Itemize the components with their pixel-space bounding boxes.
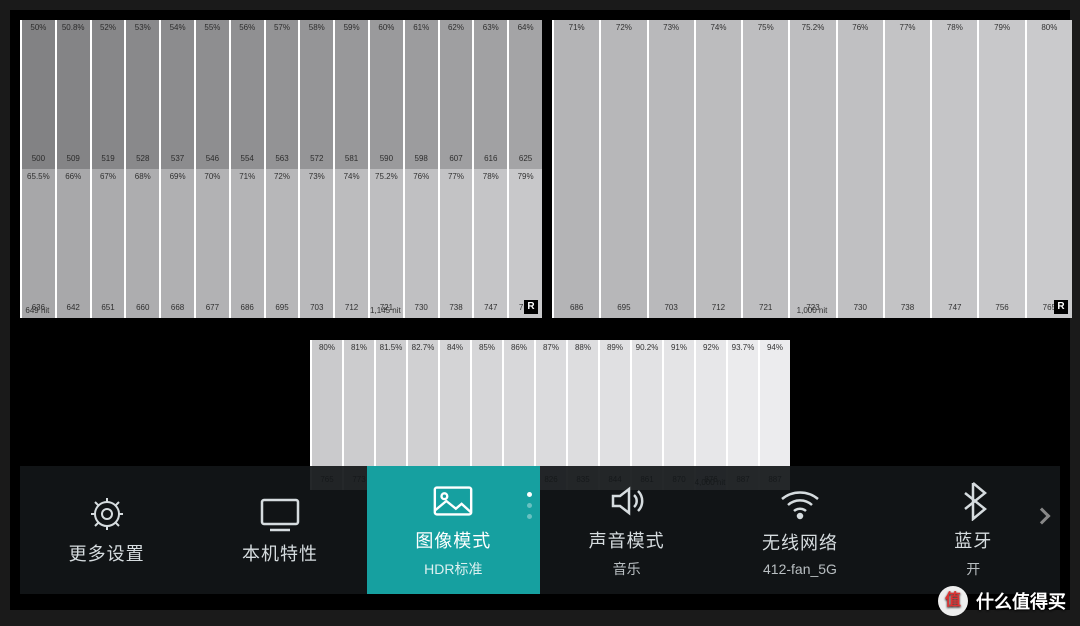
testcard-cell: 73%703: [298, 169, 333, 318]
menu-item-sound[interactable]: 声音模式 音乐: [540, 466, 713, 594]
menu-item-subtitle: 开: [966, 559, 980, 579]
testcard-cell: 79%756: [977, 20, 1024, 318]
testcard-right: 71%68672%69573%70374%71275%72175.2%72376…: [552, 20, 1072, 318]
testcard-cell: 66%642: [55, 169, 90, 318]
menu-item-title: 更多设置: [69, 540, 145, 566]
watermark: 值 什么值得买: [938, 586, 1066, 616]
testcard-cell: 61%598: [403, 20, 438, 169]
wifi-icon: [778, 483, 822, 523]
testcard-extra-label: 649 nit: [25, 306, 49, 315]
testcard-cell: 52%519: [90, 20, 125, 169]
testcard-cell: 64%625: [507, 20, 542, 169]
corner-marker: R: [1054, 300, 1068, 314]
testcard-cell: 53%528: [124, 20, 159, 169]
testcard-cell: 74%712: [694, 20, 741, 318]
testcard-cell: 76%730: [403, 169, 438, 318]
bt-icon: [951, 481, 995, 521]
testcards-area: 50%50050.8%50952%51953%52854%53755%54656…: [20, 20, 1060, 490]
menu-item-more[interactable]: 更多设置: [20, 466, 193, 594]
tv-bezel: 50%50050.8%50952%51953%52854%53755%54656…: [0, 0, 1080, 626]
menu-item-subtitle: HDR标准: [424, 559, 482, 579]
testcard-cell: 58%572: [298, 20, 333, 169]
testcard-cell: 50%500: [20, 20, 55, 169]
testcard-extra-label: 1,000 nit: [797, 306, 828, 315]
testcard-cell: 55%546: [194, 20, 229, 169]
page-dots: [527, 492, 532, 519]
testcard-cell: 75.2%723: [788, 20, 835, 318]
testcard-cell: 77%738: [883, 20, 930, 318]
testcard-cell: 71%686: [229, 169, 264, 318]
corner-marker: R: [524, 300, 538, 314]
menu-item-title: 蓝牙: [954, 527, 992, 553]
speaker-icon: [605, 481, 649, 521]
testcard-cell: 79%756: [507, 169, 542, 318]
testcard-cell: 72%695: [599, 20, 646, 318]
testcard-cell: 68%660: [124, 169, 159, 318]
testcard-cell: 70%677: [194, 169, 229, 318]
watermark-text: 什么值得买: [976, 588, 1066, 614]
menu-item-title: 本机特性: [242, 540, 318, 566]
testcard-cell: 59%581: [333, 20, 368, 169]
testcard-cell: 65.5%636: [20, 169, 55, 318]
testcard-cell: 54%537: [159, 20, 194, 169]
testcard-cell: 62%607: [438, 20, 473, 169]
monitor-icon: [258, 494, 302, 534]
testcard-cell: 77%738: [438, 169, 473, 318]
testcard-cell: 78%747: [472, 169, 507, 318]
testcard-cell: 60%590: [368, 20, 403, 169]
menu-item-title: 无线网络: [762, 529, 838, 555]
testcard-cell: 80%765: [1025, 20, 1072, 318]
menu-item-title: 声音模式: [589, 527, 665, 553]
testcard-extra-label: 1,145 nit: [370, 306, 401, 315]
testcard-cell: 50.8%509: [55, 20, 90, 169]
menu-item-picture[interactable]: 图像模式 HDR标准: [367, 466, 540, 594]
tv-screen: 50%50050.8%50952%51953%52854%53755%54656…: [20, 20, 1060, 594]
image-icon: [431, 481, 475, 521]
menu-item-title: 图像模式: [415, 527, 491, 553]
testcard-cell: 67%651: [90, 169, 125, 318]
testcard-cell: 69%668: [159, 169, 194, 318]
testcard-cell: 75%721: [741, 20, 788, 318]
testcard-cell: 74%712: [333, 169, 368, 318]
menu-item-bt[interactable]: 蓝牙 开: [887, 466, 1060, 594]
menu-item-wifi[interactable]: 无线网络 412-fan_5G: [713, 466, 886, 594]
testcard-cell: 56%554: [229, 20, 264, 169]
testcard-left: 50%50050.8%50952%51953%52854%53755%54656…: [20, 20, 542, 318]
gear-icon: [85, 494, 129, 534]
testcard-cell: 76%730: [836, 20, 883, 318]
menu-item-subtitle: 音乐: [613, 559, 641, 579]
testcard-cell: 73%703: [647, 20, 694, 318]
testcard-cell: 72%695: [264, 169, 299, 318]
testcard-cell: 71%686: [552, 20, 599, 318]
testcard-cell: 63%616: [472, 20, 507, 169]
watermark-badge: 值: [938, 586, 968, 616]
menu-item-device[interactable]: 本机特性: [193, 466, 366, 594]
settings-menubar: 更多设置 本机特性 图像模式 HDR标准 声音模式 音乐 无线网络 412-fa…: [20, 466, 1060, 594]
testcard-cell: 78%747: [930, 20, 977, 318]
testcard-cell: 75.2%721: [368, 169, 403, 318]
testcard-cell: 57%563: [264, 20, 299, 169]
menu-item-subtitle: 412-fan_5G: [763, 561, 837, 577]
